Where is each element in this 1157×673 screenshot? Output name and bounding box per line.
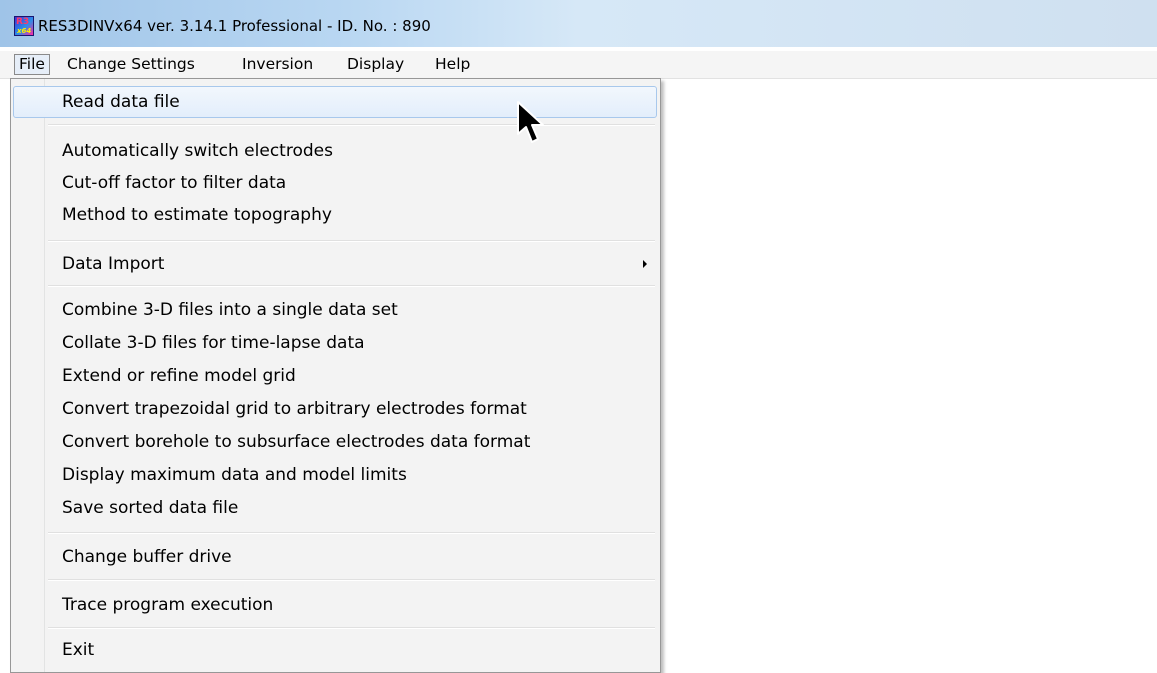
menu-change-settings[interactable]: Change Settings: [63, 54, 199, 75]
menu-item-label: Trace program execution: [62, 595, 274, 615]
menu-item-read-data-file[interactable]: Read data file: [13, 86, 657, 118]
menu-item-collate-3d-files[interactable]: Collate 3-D files for time-lapse data: [13, 327, 657, 359]
menu-item-method-estimate-topography[interactable]: Method to estimate topography: [13, 199, 657, 231]
menu-separator: [48, 627, 655, 629]
menu-item-extend-refine-model-grid[interactable]: Extend or refine model grid: [13, 360, 657, 392]
menu-item-label: Collate 3-D files for time-lapse data: [62, 333, 365, 353]
menu-item-label: Combine 3-D files into a single data set: [62, 300, 398, 320]
menu-item-label: Method to estimate topography: [62, 205, 332, 225]
menu-item-label: Save sorted data file: [62, 498, 239, 518]
menu-item-trace-program-execution[interactable]: Trace program execution: [13, 589, 657, 621]
menu-separator: [48, 240, 655, 242]
menu-item-convert-borehole[interactable]: Convert borehole to subsurface electrode…: [13, 426, 657, 458]
menu-display[interactable]: Display: [343, 54, 408, 75]
menu-item-label: Data Import: [62, 254, 165, 274]
menu-item-label: Exit: [62, 640, 95, 660]
app-icon-text-bottom: x64: [17, 27, 32, 35]
menu-item-label: Convert trapezoidal grid to arbitrary el…: [62, 399, 527, 419]
menu-bar: File Change Settings Inversion Display H…: [0, 51, 1157, 79]
menu-separator: [48, 285, 655, 287]
menu-item-change-buffer-drive[interactable]: Change buffer drive: [13, 541, 657, 573]
app-icon[interactable]: R3 x64: [14, 16, 34, 36]
menu-item-exit[interactable]: Exit: [13, 634, 657, 666]
menu-separator: [48, 124, 655, 126]
menu-item-label: Automatically switch electrodes: [62, 141, 333, 161]
menu-item-label: Convert borehole to subsurface electrode…: [62, 432, 531, 452]
window-title: RES3DINVx64 ver. 3.14.1 Professional - I…: [38, 17, 431, 35]
menu-item-combine-3d-files[interactable]: Combine 3-D files into a single data set: [13, 294, 657, 326]
file-menu-dropdown: Read data file Automatically switch elec…: [10, 78, 661, 673]
menu-separator: [48, 579, 655, 581]
menu-item-label: Change buffer drive: [62, 547, 232, 567]
menu-item-label: Read data file: [62, 92, 180, 112]
menu-item-label: Display maximum data and model limits: [62, 465, 407, 485]
app-icon-text-top: R3: [16, 17, 30, 27]
menu-help[interactable]: Help: [431, 54, 474, 75]
menu-item-cut-off-factor[interactable]: Cut-off factor to filter data: [13, 167, 657, 199]
mouse-pointer-icon: [517, 101, 544, 143]
menu-inversion[interactable]: Inversion: [238, 54, 317, 75]
title-bar[interactable]: R3 x64 RES3DINVx64 ver. 3.14.1 Professio…: [0, 0, 1157, 47]
menu-item-save-sorted-data-file[interactable]: Save sorted data file: [13, 492, 657, 524]
menu-item-label: Cut-off factor to filter data: [62, 173, 287, 193]
submenu-arrow-icon: [643, 260, 647, 268]
menu-item-automatically-switch-electrodes[interactable]: Automatically switch electrodes: [13, 135, 657, 167]
menu-item-data-import[interactable]: Data Import: [13, 248, 657, 280]
menu-item-label: Extend or refine model grid: [62, 366, 296, 386]
menu-item-display-maximum-limits[interactable]: Display maximum data and model limits: [13, 459, 657, 491]
menu-file[interactable]: File: [14, 54, 50, 75]
menu-item-convert-trapezoidal-grid[interactable]: Convert trapezoidal grid to arbitrary el…: [13, 393, 657, 425]
menu-separator: [48, 532, 655, 534]
